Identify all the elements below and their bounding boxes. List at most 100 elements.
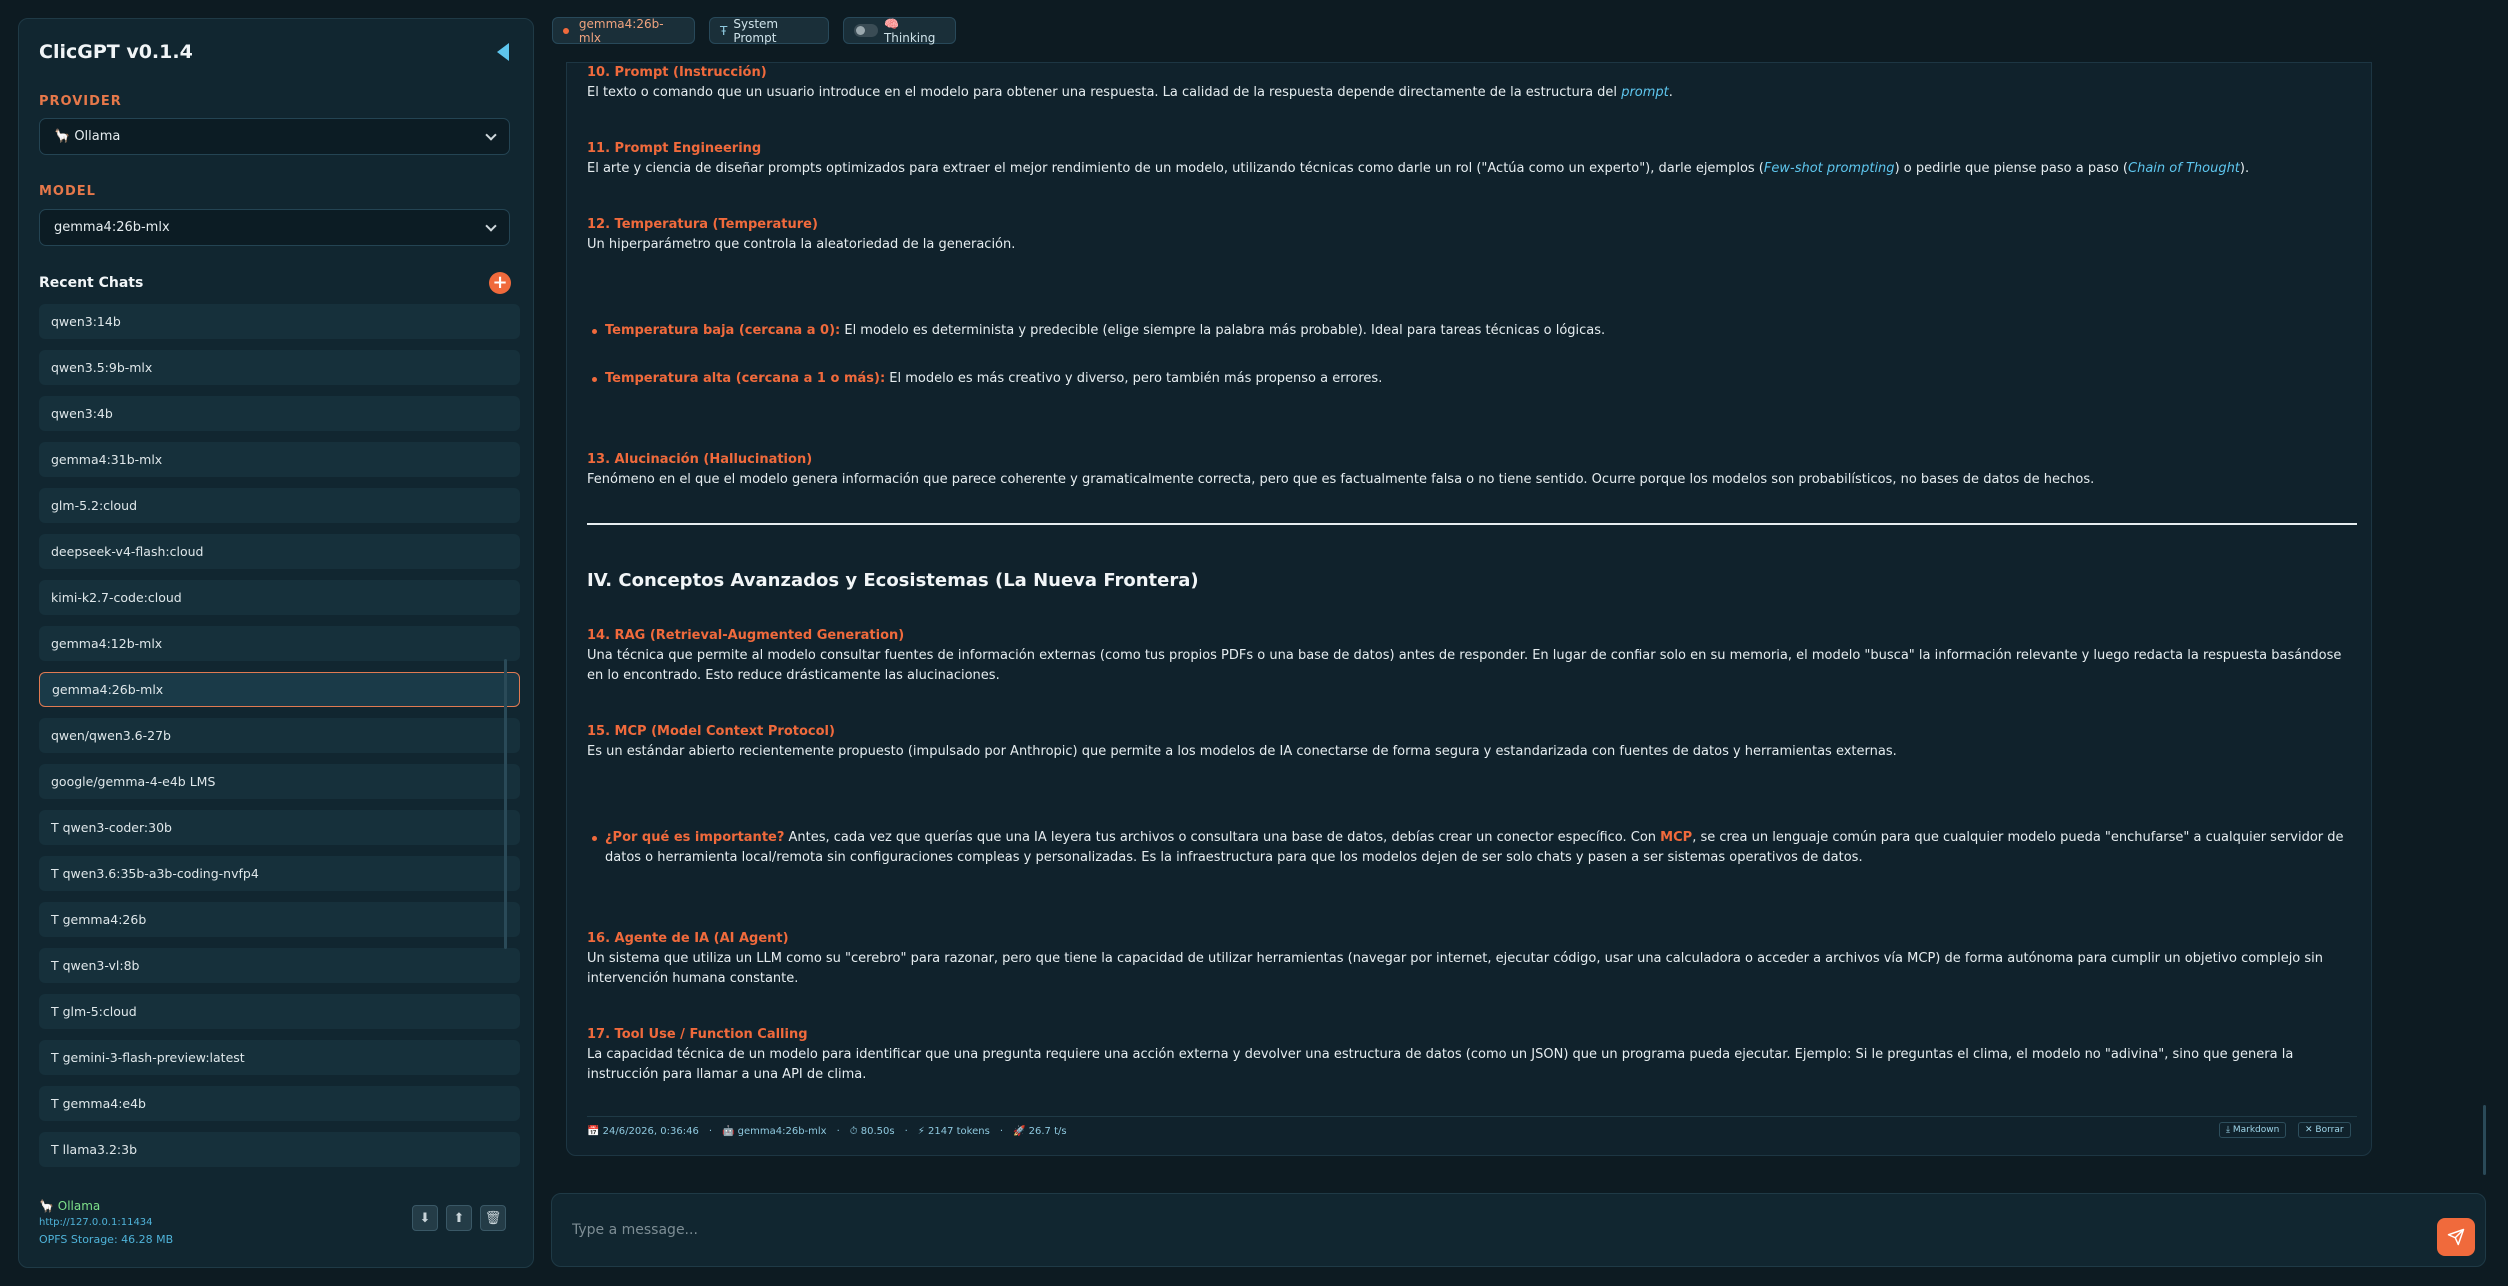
horizontal-rule [587, 523, 2357, 525]
footer-provider: 🦙 Ollama [39, 1199, 101, 1213]
list-item: Temperatura alta (cercana a 1 o más): El… [592, 369, 2355, 389]
model-label: MODEL [39, 184, 96, 199]
model-pill[interactable]: gemma4:26b-mlx [552, 16, 695, 45]
toggle-switch[interactable] [854, 24, 878, 37]
chevron-down-icon [485, 219, 497, 232]
app-title: ClicGPT v0.1.4 [39, 41, 193, 63]
meta-date: 📅 24/6/2026, 0:36:46 [587, 1126, 699, 1137]
upload-icon: ⬆ [453, 1210, 465, 1226]
model-pill-label: gemma4:26b-mlx [578, 16, 664, 45]
delete-message-button[interactable]: ✕ Borrar [2298, 1122, 2351, 1138]
chat-item[interactable]: deepseek-v4-flash:cloud [39, 534, 520, 569]
model-select[interactable]: gemma4:26b-mlx [39, 209, 510, 246]
chat-item[interactable]: T gemma4:26b [39, 902, 520, 937]
chat-item[interactable]: kimi-k2.7-code:cloud [39, 580, 520, 615]
chat-item[interactable]: google/gemma-4-e4b LMS [39, 764, 520, 799]
section-11-heading: 11. Prompt Engineering [587, 141, 762, 156]
section-10-heading: 10. Prompt (Instrucción) [587, 65, 767, 80]
section-13-text: Fenómeno en el que el modelo genera info… [587, 472, 2095, 487]
bullet-why-important-text: Antes, cada vez que querías que una IA l… [784, 830, 1661, 845]
meta-separator: · [708, 1126, 712, 1137]
chat-item[interactable]: T glm-5:cloud [39, 994, 520, 1029]
provider-label: PROVIDER [39, 94, 122, 109]
list-item: ¿Por qué es importante? Antes, cada vez … [592, 828, 2355, 868]
message-input[interactable] [572, 1216, 2372, 1244]
system-prompt-label: System Prompt [733, 16, 779, 45]
section-16-text: Un sistema que utiliza un LLM como su "c… [587, 951, 2324, 986]
chat-list: qwen3:14b qwen3.5:9b-mlx qwen3:4b gemma4:31… [39, 304, 520, 1184]
section-10-em: prompt [1621, 85, 1669, 100]
bullet-mcp-highlight: MCP [1660, 830, 1693, 845]
footer-storage: OPFS Storage: 46.28 MB [39, 1233, 174, 1246]
meta-tokens: ⚡ 2147 tokens [917, 1126, 990, 1137]
message-meta: 📅 24/6/2026, 0:36:46 · 🤖 gemma4:26b-mlx … [587, 1116, 2357, 1142]
section-12-heading: 12. Temperatura (Temperature) [587, 217, 818, 232]
bullet-high-temp-text: El modelo es más creativo y diverso, per… [885, 371, 1383, 386]
section-11-end: ). [2239, 161, 2250, 176]
clear-storage-button[interactable]: 🗑 [480, 1205, 506, 1231]
chat-item[interactable]: glm-5.2:cloud [39, 488, 520, 523]
section-10-end: . [1668, 85, 1673, 100]
provider-value: 🦙 Ollama [54, 129, 121, 144]
assistant-message: 10. Prompt (Instrucción) El texto o coma… [566, 62, 2372, 1156]
thinking-toggle[interactable]: 🧠Thinking [843, 16, 956, 45]
meta-separator: · [999, 1126, 1003, 1137]
footer-url[interactable]: http://127.0.0.1:11434 [39, 1217, 153, 1228]
chat-item[interactable]: gemma4:26b-mlx [39, 672, 520, 707]
composer [551, 1193, 2486, 1267]
chat-item[interactable]: T gemma4:e4b [39, 1086, 520, 1121]
section-14-text: Una técnica que permite al modelo consul… [587, 648, 2342, 683]
sidebar: ClicGPT v0.1.4 PROVIDER 🦙 Ollama MODEL g… [18, 18, 534, 1268]
sidebar-scrollbar[interactable] [504, 659, 507, 949]
bullet-high-temp-label: Temperatura alta (cercana a 1 o más): [605, 371, 886, 386]
status-dot-icon [563, 27, 569, 34]
send-icon [2447, 1228, 2465, 1246]
chat-item[interactable]: T gemini-3-flash-preview:latest [39, 1040, 520, 1075]
meta-separator: · [836, 1126, 840, 1137]
provider-select[interactable]: 🦙 Ollama [39, 118, 510, 155]
chat-item[interactable]: T qwen3.6:35b-a3b-coding-nvfp4 [39, 856, 520, 891]
bullet-why-important-label: ¿Por qué es importante? [605, 830, 785, 845]
section-11-em-cot: Chain of Thought [2128, 161, 2240, 176]
new-chat-button[interactable]: + [489, 272, 511, 294]
collapse-sidebar-icon[interactable] [497, 43, 509, 61]
trash-icon: 🗑 [484, 1210, 502, 1226]
meta-time: ⏱ 80.50s [849, 1126, 895, 1137]
list-item: Temperatura baja (cercana a 0): El model… [592, 321, 2355, 341]
main-scrollbar[interactable] [2483, 1105, 2486, 1175]
section-17-text: La capacidad técnica de un modelo para i… [587, 1047, 2294, 1082]
chat-item[interactable]: gemma4:31b-mlx [39, 442, 520, 477]
meta-speed: 🚀 26.7 t/s [1013, 1126, 1067, 1137]
text-icon: Ŧ [720, 23, 728, 38]
download-icon: ⬇ [419, 1210, 431, 1226]
section-13-heading: 13. Alucinación (Hallucination) [587, 452, 813, 467]
chevron-down-icon [485, 128, 497, 141]
chat-item[interactable]: qwen/qwen3.6-27b [39, 718, 520, 753]
recent-chats-heading: Recent Chats [39, 275, 144, 291]
chat-item[interactable]: qwen3.5:9b-mlx [39, 350, 520, 385]
chat-item[interactable]: T llama3.2:3b [39, 1132, 520, 1167]
system-prompt-button[interactable]: Ŧ System Prompt [709, 16, 829, 45]
section-15-text: Es un estándar abierto recientemente pro… [587, 744, 1897, 759]
markdown-export-button[interactable]: ⤓ Markdown [2219, 1122, 2287, 1138]
section-16-heading: 16. Agente de IA (AI Agent) [587, 931, 789, 946]
bullet-low-temp-text: El modelo es determinista y predecible (… [840, 323, 1606, 338]
section-10-text: El texto o comando que un usuario introd… [587, 85, 1622, 100]
section-11-text-2: ) o pedirle que piense paso a paso ( [1894, 161, 2129, 176]
thinking-label: 🧠Thinking [883, 16, 936, 45]
meta-model: 🤖 gemma4:26b-mlx [722, 1126, 827, 1137]
section-14-heading: 14. RAG (Retrieval-Augmented Generation) [587, 628, 905, 643]
chat-item[interactable]: qwen3:4b [39, 396, 520, 431]
chat-item[interactable]: qwen3:14b [39, 304, 520, 339]
bullet-low-temp-label: Temperatura baja (cercana a 0): [605, 323, 841, 338]
section-15-heading: 15. MCP (Model Context Protocol) [587, 724, 835, 739]
section-iv-title: IV. Conceptos Avanzados y Ecosistemas (L… [587, 570, 1199, 591]
chat-item[interactable]: gemma4:12b-mlx [39, 626, 520, 661]
section-17-heading: 17. Tool Use / Function Calling [587, 1027, 808, 1042]
section-11-text: El arte y ciencia de diseñar prompts opt… [587, 161, 1764, 176]
send-button[interactable] [2437, 1218, 2475, 1256]
chat-item[interactable]: T qwen3-vl:8b [39, 948, 520, 983]
import-button[interactable]: ⬆ [446, 1205, 472, 1231]
export-button[interactable]: ⬇ [412, 1205, 438, 1231]
chat-item[interactable]: T qwen3-coder:30b [39, 810, 520, 845]
